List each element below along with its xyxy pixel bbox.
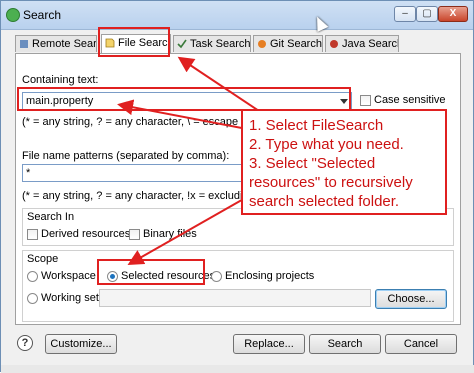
instructions-callout: 1. Select FileSearch 2. Type what you ne… [241, 109, 447, 215]
arrow-to-scope [127, 196, 248, 265]
search-dialog: Search – ▢ X Remote Search File Search T… [0, 0, 474, 373]
callout-line: search selected folder. [249, 193, 400, 210]
callout-line: resources" to recursively [249, 174, 413, 191]
callout-line: 2. Type what you need. [249, 136, 404, 153]
callout-line: 3. Select "Selected [249, 155, 376, 172]
arrow-to-tab [177, 56, 260, 112]
callout-line: 1. Select FileSearch [249, 117, 384, 134]
arrow-to-text [117, 99, 248, 130]
